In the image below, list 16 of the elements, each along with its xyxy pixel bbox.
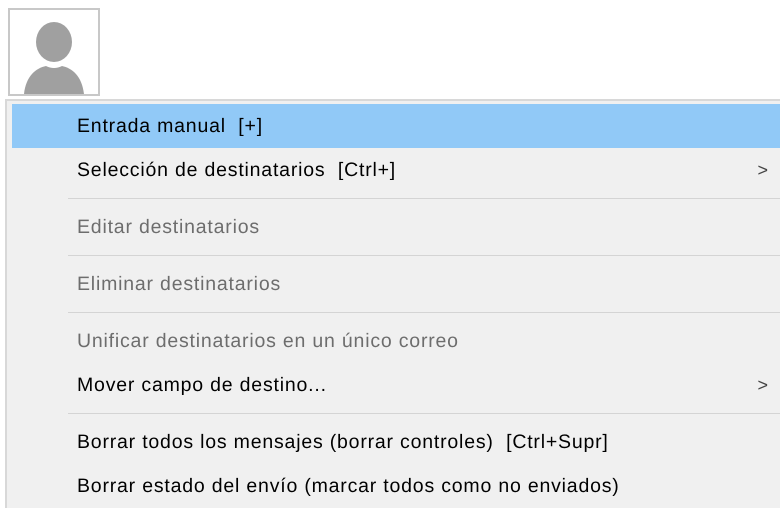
- menu-item-label: Selección de destinatarios [Ctrl+]: [77, 158, 398, 182]
- menu-item-label: Borrar todos los mensajes (borrar controles) [Ctrl+Supr]: [77, 430, 610, 454]
- menu-item-label: Unificar destinatarios en un único correo: [77, 330, 460, 352]
- menu-item[interactable]: Entrada manual [+]: [12, 104, 780, 148]
- menu-item[interactable]: Borrar todos los mensajes (borrar controles) [Ctrl+Supr]: [12, 420, 780, 464]
- avatar-frame[interactable]: [8, 8, 100, 96]
- menu-item[interactable]: Mover campo de destino... >: [12, 363, 780, 407]
- menu-item-label: Mover campo de destino...: [77, 374, 328, 396]
- menu-item[interactable]: Borrar estado del envío (marcar todos como no enviados): [12, 464, 780, 508]
- menu-item-label: Borrar estado del envío (marcar todos como no enviados): [77, 474, 621, 498]
- menu-item-label: Entrada manual [+]: [77, 114, 264, 138]
- menu-item-label: Editar destinatarios: [77, 216, 261, 238]
- menu-item[interactable]: Selección de destinatarios [Ctrl+] >: [12, 148, 780, 192]
- menu-item-label: Eliminar destinatarios: [77, 272, 282, 296]
- submenu-arrow-icon: >: [757, 160, 768, 180]
- submenu-arrow-icon: >: [757, 374, 768, 396]
